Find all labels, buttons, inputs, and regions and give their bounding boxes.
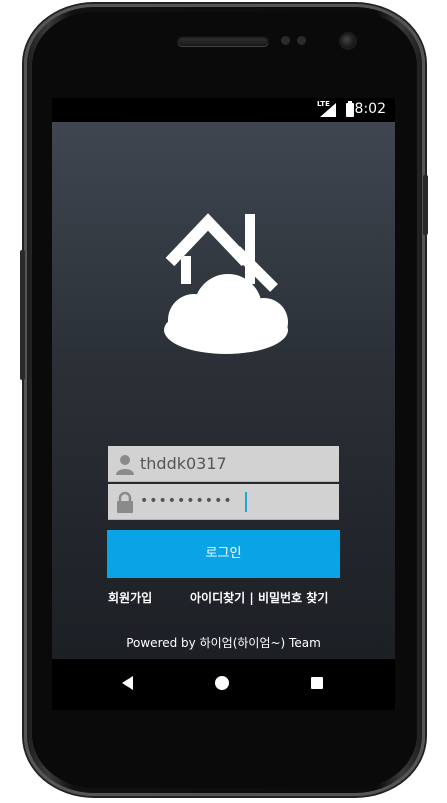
text-cursor (245, 492, 247, 512)
signal-icon (320, 103, 336, 117)
volume-button (20, 250, 25, 380)
powered-by-text: Powered by 하이엄(하이엄~) Team (126, 636, 321, 650)
status-bar: LTE 8:02 (52, 98, 395, 122)
battery-icon (346, 101, 354, 117)
login-screen: thddk0317 •••••••••• 로그인 회원가입 아이디찾기 | 비밀… (52, 122, 395, 659)
earpiece-speaker (177, 36, 269, 46)
lock-icon (117, 491, 133, 513)
house-cloud-icon (164, 213, 288, 354)
login-button[interactable]: 로그인 (107, 530, 340, 578)
screen: LTE 8:02 thddk0317 •••••••••• 로그인 회원가입 아… (52, 98, 395, 710)
username-value: thddk0317 (140, 454, 227, 473)
signup-link[interactable]: 회원가입 (108, 589, 152, 606)
username-field[interactable]: thddk0317 (108, 446, 339, 482)
proximity-sensor (281, 36, 290, 45)
back-triangle-icon[interactable] (122, 676, 133, 690)
light-sensor (297, 36, 306, 45)
status-time: 8:02 (354, 101, 386, 117)
power-button (423, 175, 428, 235)
home-circle-icon[interactable] (215, 676, 229, 690)
navigation-bar (52, 659, 395, 710)
password-value: •••••••••• (140, 493, 233, 509)
recent-square-icon[interactable] (311, 677, 323, 689)
user-icon (116, 455, 134, 475)
front-camera (341, 34, 355, 48)
find-id-password-link[interactable]: 아이디찾기 | 비밀번호 찾기 (190, 589, 328, 606)
password-field[interactable]: •••••••••• (108, 484, 339, 520)
